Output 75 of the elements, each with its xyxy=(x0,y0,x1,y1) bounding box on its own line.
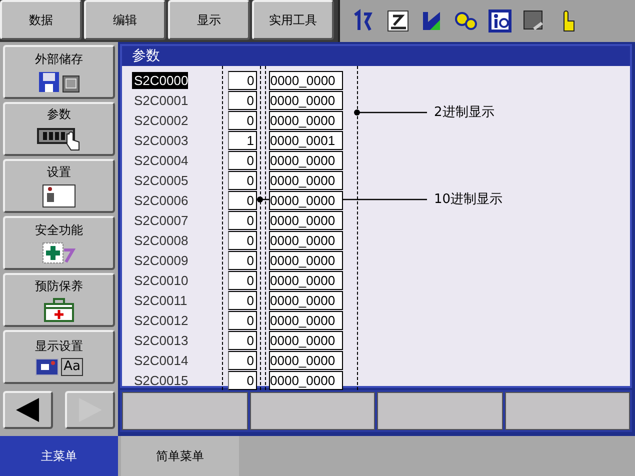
decimal-value-field[interactable]: 0 xyxy=(228,110,257,130)
bottom-tab[interactable]: 主菜单 xyxy=(0,436,118,476)
parameter-name[interactable]: S2C0001 xyxy=(132,92,210,108)
parameter-name[interactable]: S2C0014 xyxy=(132,352,210,368)
dip-switch-hand-icon xyxy=(37,126,81,152)
decimal-value-field[interactable]: 0 xyxy=(228,70,258,90)
function-key-button[interactable] xyxy=(122,392,248,430)
decimal-value-field[interactable]: 0 xyxy=(228,170,257,190)
binary-value-field[interactable]: 0000_0000 xyxy=(269,290,343,310)
binary-value-field[interactable]: 0000_0000 xyxy=(269,270,343,290)
binary-value-field[interactable]: 0000_0000 xyxy=(269,90,343,110)
binary-value-field[interactable]: 0000_0000 xyxy=(269,250,343,270)
sidebar-menu-button[interactable]: 外部储存 xyxy=(3,45,115,99)
parameter-name[interactable]: S2C0003 xyxy=(132,132,210,148)
parameter-name[interactable]: S2C0012 xyxy=(132,312,210,328)
parameter-name[interactable]: S2C0008 xyxy=(132,232,210,248)
decimal-value-field[interactable]: 0 xyxy=(228,150,257,170)
menu-button[interactable]: 显示 xyxy=(168,0,250,40)
sidebar-menu-button[interactable]: 预防保养 xyxy=(3,273,115,327)
decimal-value-field[interactable]: 0 xyxy=(228,250,257,270)
decimal-value-field[interactable]: 0 xyxy=(228,230,257,250)
function-key-button[interactable] xyxy=(250,392,375,430)
decimal-value-field[interactable]: 0 xyxy=(228,370,257,390)
function-key-button[interactable] xyxy=(504,392,630,430)
monitor-icon xyxy=(34,358,59,376)
parameter-name[interactable]: S2C0000 xyxy=(132,72,188,88)
parameter-name[interactable]: S2C0007 xyxy=(132,212,210,228)
memory-card-icon xyxy=(62,75,80,93)
parameter-name[interactable]: S2C0006 xyxy=(132,192,210,208)
annotation-label: 10进制显示 xyxy=(434,191,503,208)
binary-value-field[interactable]: 0000_0000 xyxy=(269,330,343,350)
bottom-tab[interactable]: 简单菜单 xyxy=(121,436,239,476)
parameter-name[interactable]: S2C0002 xyxy=(132,112,210,128)
parameter-name[interactable]: S2C0015 xyxy=(132,372,210,388)
back-button[interactable] xyxy=(3,391,53,429)
binary-value-field[interactable]: 0000_0000 xyxy=(269,350,343,370)
binary-value-field[interactable]: 0000_0000 xyxy=(269,370,343,390)
parameter-name[interactable]: S2C0013 xyxy=(132,332,210,348)
panel-title: 参数 xyxy=(122,46,630,66)
binary-value-field[interactable]: 0000_0000 xyxy=(269,210,343,230)
parameter-name[interactable]: S2C0005 xyxy=(132,172,210,188)
parameter-name[interactable]: S2C0010 xyxy=(132,272,210,288)
first-aid-kit-icon xyxy=(44,298,74,322)
menu-button[interactable]: 实用工具 xyxy=(252,0,334,40)
sidebar-menu-button[interactable]: 设置 xyxy=(3,159,115,213)
panel-switch-icon xyxy=(42,184,76,208)
sidebar-menu-button[interactable]: 显示设置 Aa xyxy=(3,330,115,384)
parameter-name[interactable]: S2C0009 xyxy=(132,252,210,268)
decimal-value-field[interactable]: 0 xyxy=(228,330,257,350)
parameter-name[interactable]: S2C0004 xyxy=(132,152,210,168)
cross-arm-icon xyxy=(42,242,76,264)
binary-value-field[interactable]: 0000_0000 xyxy=(269,110,343,130)
function-key-button[interactable] xyxy=(377,392,502,430)
annotation-label: 2进制显示 xyxy=(434,104,494,121)
menu-button[interactable]: 编辑 xyxy=(84,0,166,40)
sidebar-menu-button[interactable]: 参数 xyxy=(3,102,115,156)
font-size-icon: Aa xyxy=(60,358,84,376)
sidebar-menu-button[interactable]: 安全功能 xyxy=(3,216,115,270)
binary-value-field[interactable]: 0000_0000 xyxy=(269,150,343,170)
binary-value-field[interactable]: 0000_0000 xyxy=(269,190,343,210)
decimal-value-field[interactable]: 1 xyxy=(228,130,257,150)
decimal-value-field[interactable]: 0 xyxy=(228,310,257,330)
binary-value-field[interactable]: 0000_0000 xyxy=(269,70,344,90)
parameter-name[interactable]: S2C0011 xyxy=(132,292,210,308)
decimal-value-field[interactable]: 0 xyxy=(228,190,257,210)
binary-value-field[interactable]: 0000_0000 xyxy=(269,170,343,190)
decimal-value-field[interactable]: 0 xyxy=(228,290,257,310)
decimal-value-field[interactable]: 0 xyxy=(228,270,257,290)
binary-value-field[interactable]: 0000_0000 xyxy=(269,310,343,330)
binary-value-field[interactable]: 0000_0000 xyxy=(269,230,343,250)
binary-value-field[interactable]: 0000_0001 xyxy=(269,130,343,150)
decimal-value-field[interactable]: 0 xyxy=(228,90,257,110)
decimal-value-field[interactable]: 0 xyxy=(228,210,257,230)
menu-button[interactable]: 数据 xyxy=(0,0,82,40)
decimal-value-field[interactable]: 0 xyxy=(228,350,257,370)
